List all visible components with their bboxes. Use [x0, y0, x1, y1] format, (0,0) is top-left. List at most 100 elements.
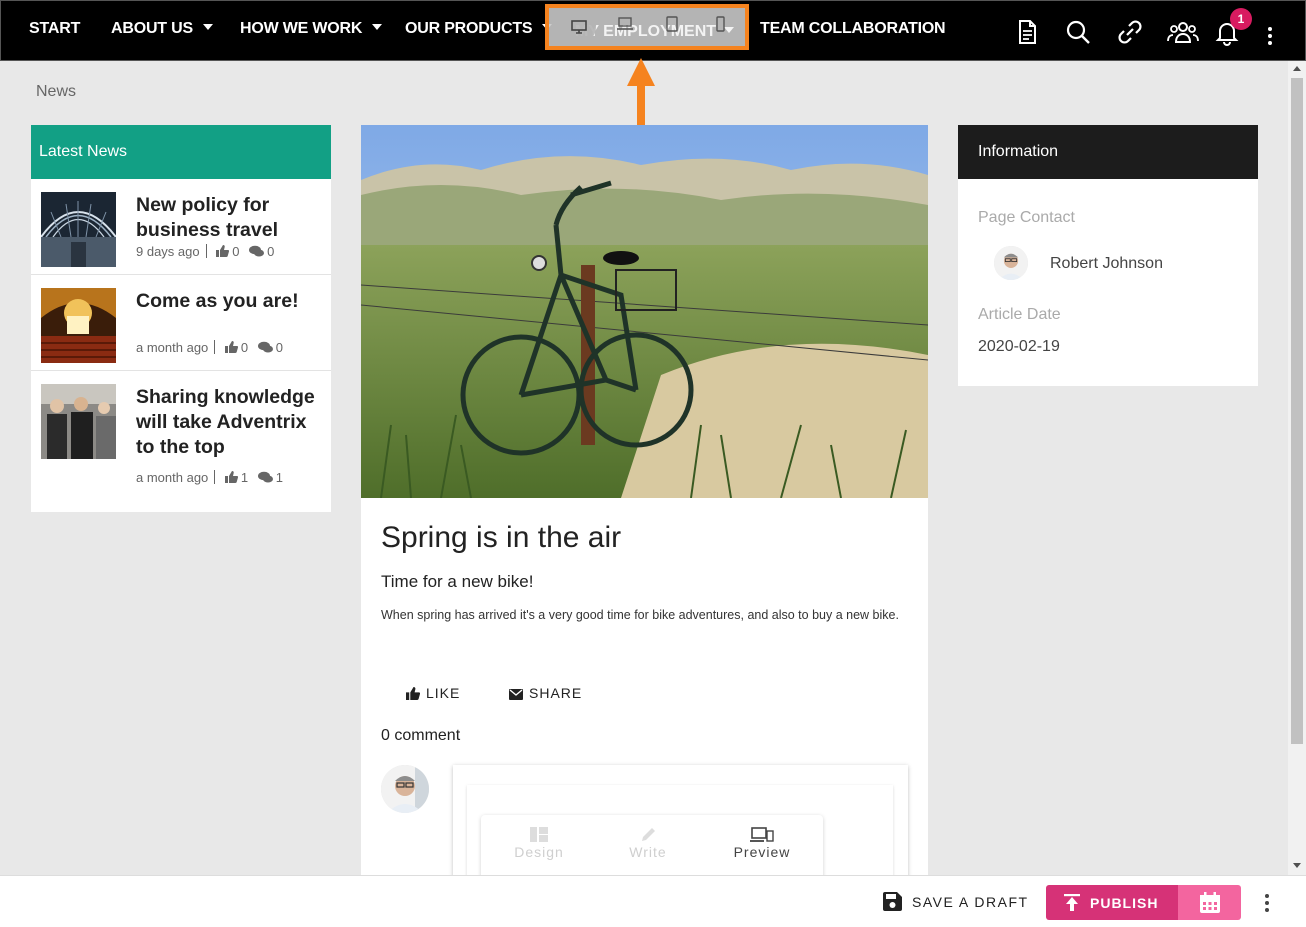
article-subtitle: Time for a new bike!: [381, 572, 534, 591]
news-meta: a month ago 1 1: [136, 470, 283, 485]
editor-mode-tabs: Design Write Preview: [481, 815, 823, 875]
like-label: LIKE: [426, 685, 461, 701]
comments-icon: [257, 341, 273, 353]
annotation-arrow-head: [627, 58, 655, 86]
comment-count: 0 comment: [381, 727, 461, 744]
news-likes: 0: [240, 340, 249, 355]
desktop-icon: [571, 20, 587, 34]
document-icon[interactable]: [1013, 18, 1041, 46]
thumbs-up-icon: [224, 341, 238, 353]
link-icon[interactable]: [1116, 18, 1144, 46]
nav-how-we-work-label: HOW WE WORK: [240, 20, 363, 37]
save-draft-button[interactable]: SAVE A DRAFT: [883, 892, 1029, 911]
laptop-icon[interactable]: [616, 16, 634, 32]
news-thumbnail: [41, 384, 116, 459]
pencil-icon: [642, 828, 655, 841]
news-meta: 9 days ago 0 0: [136, 244, 274, 259]
contact-avatar: [994, 246, 1028, 280]
bottom-action-bar: SAVE A DRAFT PUBLISH: [0, 875, 1306, 927]
tab-design[interactable]: Design: [499, 827, 579, 860]
nav-team-collaboration[interactable]: TEAM COLLABORATION: [760, 20, 946, 38]
save-draft-label: SAVE A DRAFT: [912, 894, 1029, 910]
comment-editor[interactable]: Design Write Preview: [453, 765, 908, 875]
article-date-label: Article Date: [978, 306, 1061, 323]
news-likes: 1: [240, 470, 249, 485]
nav-our-products-label: OUR PRODUCTS: [405, 20, 533, 37]
schedule-button[interactable]: [1178, 885, 1241, 920]
notification-badge: 1: [1230, 8, 1252, 30]
chevron-down-icon: [202, 24, 213, 30]
avatar: [381, 765, 429, 813]
article-card: Spring is in the air Time for a new bike…: [361, 125, 928, 875]
news-comments: 0: [275, 340, 283, 355]
chevron-down-icon: [372, 24, 383, 30]
page-contact-label: Page Contact: [978, 209, 1075, 226]
news-item[interactable]: Come as you are! a month ago 0 0: [31, 275, 331, 371]
tab-preview-label: Preview: [733, 844, 791, 860]
nav-my-employment-label: MY EMPLOYMENT: [575, 23, 717, 40]
share-label: SHARE: [529, 685, 583, 701]
article-title: Spring is in the air: [381, 521, 622, 554]
save-icon: [883, 892, 902, 911]
like-button[interactable]: LIKE: [406, 685, 460, 701]
more-vertical-icon[interactable]: [1268, 27, 1272, 48]
news-thumbnail: [41, 288, 116, 363]
desktop-view-button[interactable]: [562, 10, 596, 44]
article-hero-image: [361, 125, 928, 498]
scroll-down-arrow[interactable]: [1293, 863, 1301, 868]
nav-about-us[interactable]: ABOUT US: [111, 20, 213, 38]
latest-news-title: Latest News: [31, 125, 331, 179]
search-icon[interactable]: [1064, 18, 1092, 46]
nav-about-us-label: ABOUT US: [111, 20, 193, 37]
article-body: When spring has arrived it's a very good…: [381, 608, 899, 622]
tablet-icon[interactable]: [663, 16, 681, 32]
people-icon[interactable]: [1167, 18, 1199, 46]
calendar-icon: [1200, 892, 1220, 913]
envelope-icon: [509, 689, 523, 700]
tab-design-label: Design: [514, 844, 564, 860]
comments-icon: [257, 471, 273, 483]
publish-label: PUBLISH: [1090, 895, 1159, 911]
news-item[interactable]: New policy for business travel 9 days ag…: [31, 179, 331, 275]
comment-editor-inner[interactable]: Design Write Preview: [467, 785, 893, 875]
device-switcher: MY EMPLOYMENT: [545, 4, 749, 50]
devices-icon: [750, 827, 774, 842]
layout-icon: [530, 827, 548, 842]
scroll-up-arrow[interactable]: [1293, 66, 1301, 71]
comments-icon: [249, 245, 265, 257]
nav-our-products[interactable]: OUR PRODUCTS: [405, 20, 553, 38]
contact-name[interactable]: Robert Johnson: [1050, 255, 1163, 273]
nav-how-we-work[interactable]: HOW WE WORK: [240, 20, 383, 38]
news-comments: 0: [267, 244, 275, 259]
news-thumbnail: [41, 192, 116, 267]
nav-start-label: START: [29, 20, 81, 37]
thumbs-up-icon: [224, 471, 238, 483]
tab-write-label: Write: [629, 844, 667, 860]
information-title: Information: [958, 125, 1258, 179]
article-date: 2020-02-19: [978, 338, 1060, 355]
phone-icon[interactable]: [711, 16, 729, 32]
nav-team-collaboration-label: TEAM COLLABORATION: [760, 20, 946, 37]
information-panel: Information Page Contact Robert Johnson …: [958, 125, 1258, 386]
breadcrumb[interactable]: News: [36, 83, 76, 101]
news-title[interactable]: Come as you are!: [136, 289, 321, 314]
news-time: 9 days ago: [136, 244, 200, 259]
tab-write[interactable]: Write: [608, 827, 688, 860]
more-vertical-icon[interactable]: [1265, 894, 1269, 915]
nav-start[interactable]: START: [29, 20, 80, 38]
scrollbar[interactable]: [1288, 61, 1306, 875]
news-time: a month ago: [136, 340, 209, 355]
scrollbar-thumb[interactable]: [1291, 78, 1303, 744]
news-likes: 0: [232, 244, 240, 259]
upload-icon: [1064, 894, 1080, 911]
news-time: a month ago: [136, 470, 209, 485]
news-item[interactable]: Sharing knowledge will take Adventrix to…: [31, 371, 331, 501]
news-meta: a month ago 0 0: [136, 340, 283, 355]
publish-button[interactable]: PUBLISH: [1046, 885, 1178, 920]
latest-news-panel: Latest News New policy for business trav…: [31, 125, 331, 512]
news-title[interactable]: Sharing knowledge will take Adventrix to…: [136, 385, 321, 460]
news-title[interactable]: New policy for business travel: [136, 193, 321, 243]
tab-preview[interactable]: Preview: [722, 827, 802, 860]
share-button[interactable]: SHARE: [509, 685, 582, 701]
thumbs-up-icon: [406, 687, 421, 700]
